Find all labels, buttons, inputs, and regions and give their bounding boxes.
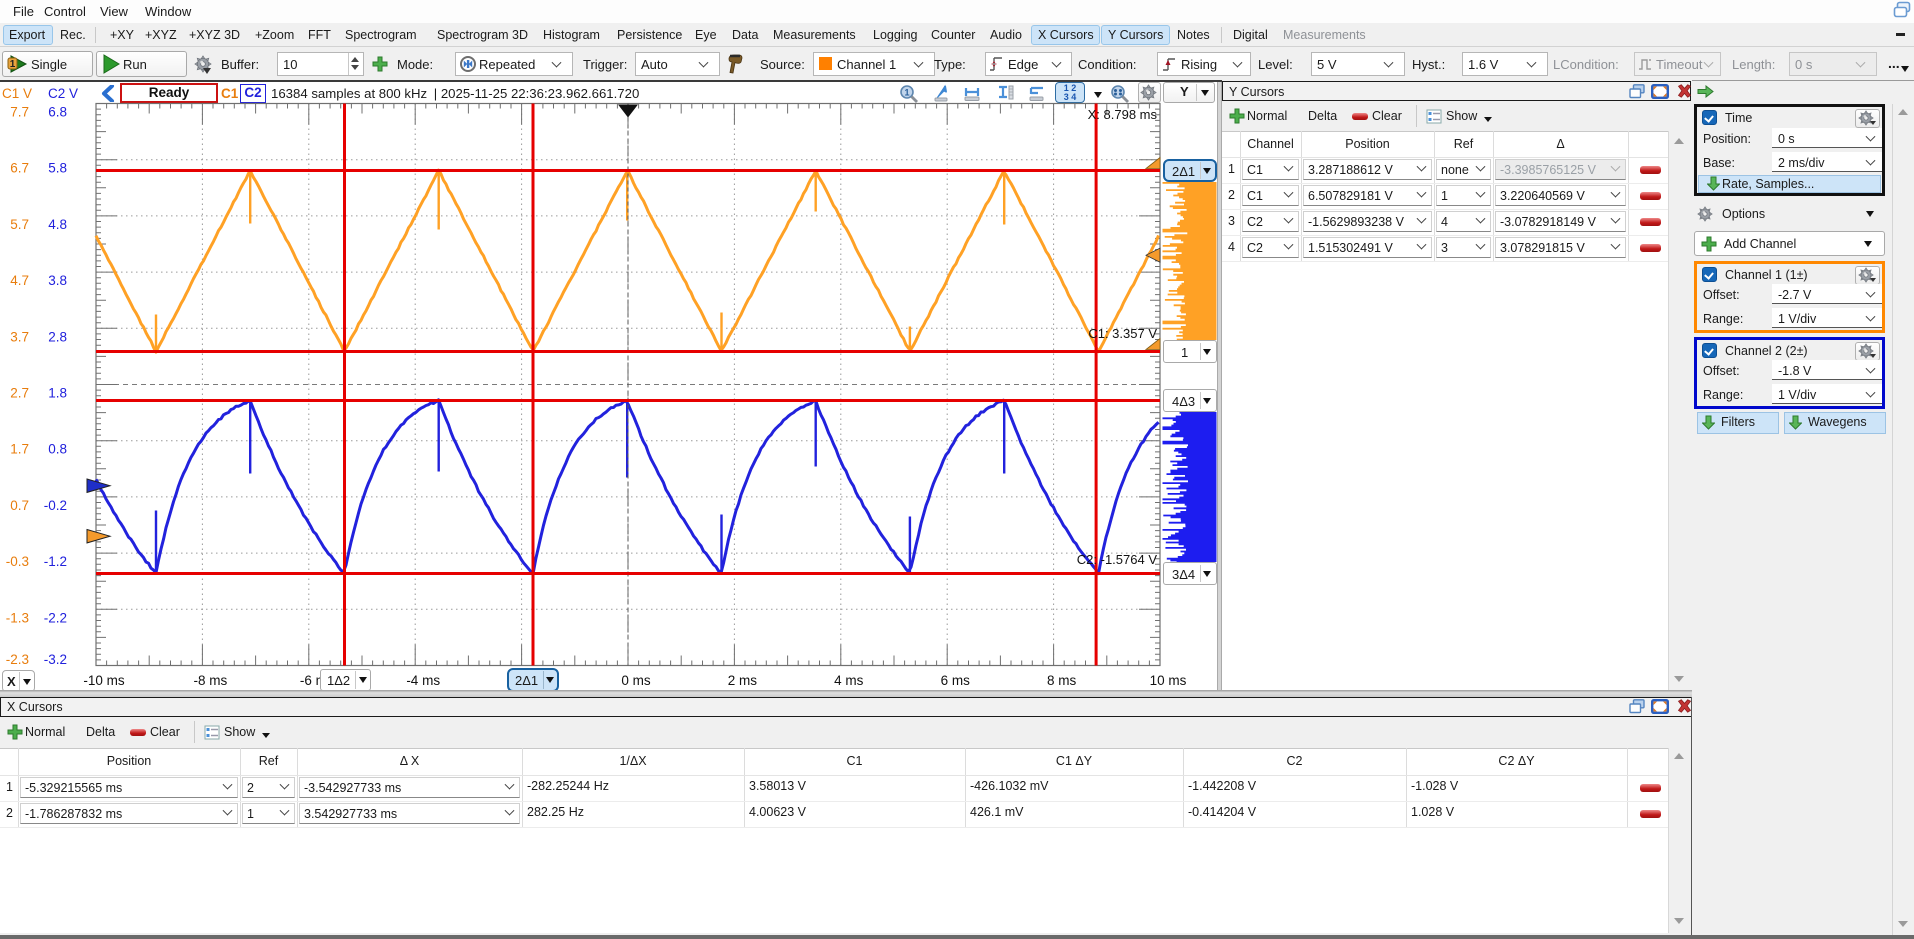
svg-text:-1.2: -1.2 xyxy=(44,554,67,569)
svg-text:-0.2: -0.2 xyxy=(44,498,67,513)
svg-text:-2.2: -2.2 xyxy=(44,610,67,625)
svg-text:-4 ms: -4 ms xyxy=(406,673,440,688)
svg-text:1.8: 1.8 xyxy=(48,386,67,401)
svg-text:2.7: 2.7 xyxy=(10,386,29,401)
svg-text:1.7: 1.7 xyxy=(10,442,29,457)
svg-text:0.7: 0.7 xyxy=(10,498,29,513)
svg-text:3.8: 3.8 xyxy=(48,273,67,288)
svg-text:4.7: 4.7 xyxy=(10,273,29,288)
svg-text:4.8: 4.8 xyxy=(48,217,67,232)
svg-text:8 ms: 8 ms xyxy=(1047,673,1077,688)
svg-text:-8 ms: -8 ms xyxy=(194,673,228,688)
svg-text:-1.3: -1.3 xyxy=(6,610,29,625)
svg-text:10 ms: 10 ms xyxy=(1150,673,1187,688)
svg-text:C1: 3.357 V: C1: 3.357 V xyxy=(1088,326,1157,341)
svg-text:X: 8.798 ms: X: 8.798 ms xyxy=(1088,107,1158,122)
svg-text:6 ms: 6 ms xyxy=(941,673,971,688)
svg-text:2.8: 2.8 xyxy=(48,329,67,344)
svg-text:C2 V: C2 V xyxy=(48,86,78,101)
svg-text:-10 ms: -10 ms xyxy=(83,673,125,688)
svg-text:6.8: 6.8 xyxy=(48,105,67,120)
svg-text:2 ms: 2 ms xyxy=(728,673,758,688)
svg-text:0 ms: 0 ms xyxy=(621,673,651,688)
svg-text:0.8: 0.8 xyxy=(48,442,67,457)
svg-text:C1 V: C1 V xyxy=(2,86,32,101)
svg-text:6.7: 6.7 xyxy=(10,161,29,176)
svg-text:5.7: 5.7 xyxy=(10,217,29,232)
svg-text:-2.3: -2.3 xyxy=(6,652,29,667)
svg-text:3.7: 3.7 xyxy=(10,329,29,344)
svg-text:C2: -1.5764 V: C2: -1.5764 V xyxy=(1077,552,1158,567)
svg-text:4 ms: 4 ms xyxy=(834,673,864,688)
svg-text:7.7: 7.7 xyxy=(10,105,29,120)
svg-text:-0.3: -0.3 xyxy=(6,554,29,569)
svg-text:-3.2: -3.2 xyxy=(44,652,67,667)
svg-text:5.8: 5.8 xyxy=(48,161,67,176)
